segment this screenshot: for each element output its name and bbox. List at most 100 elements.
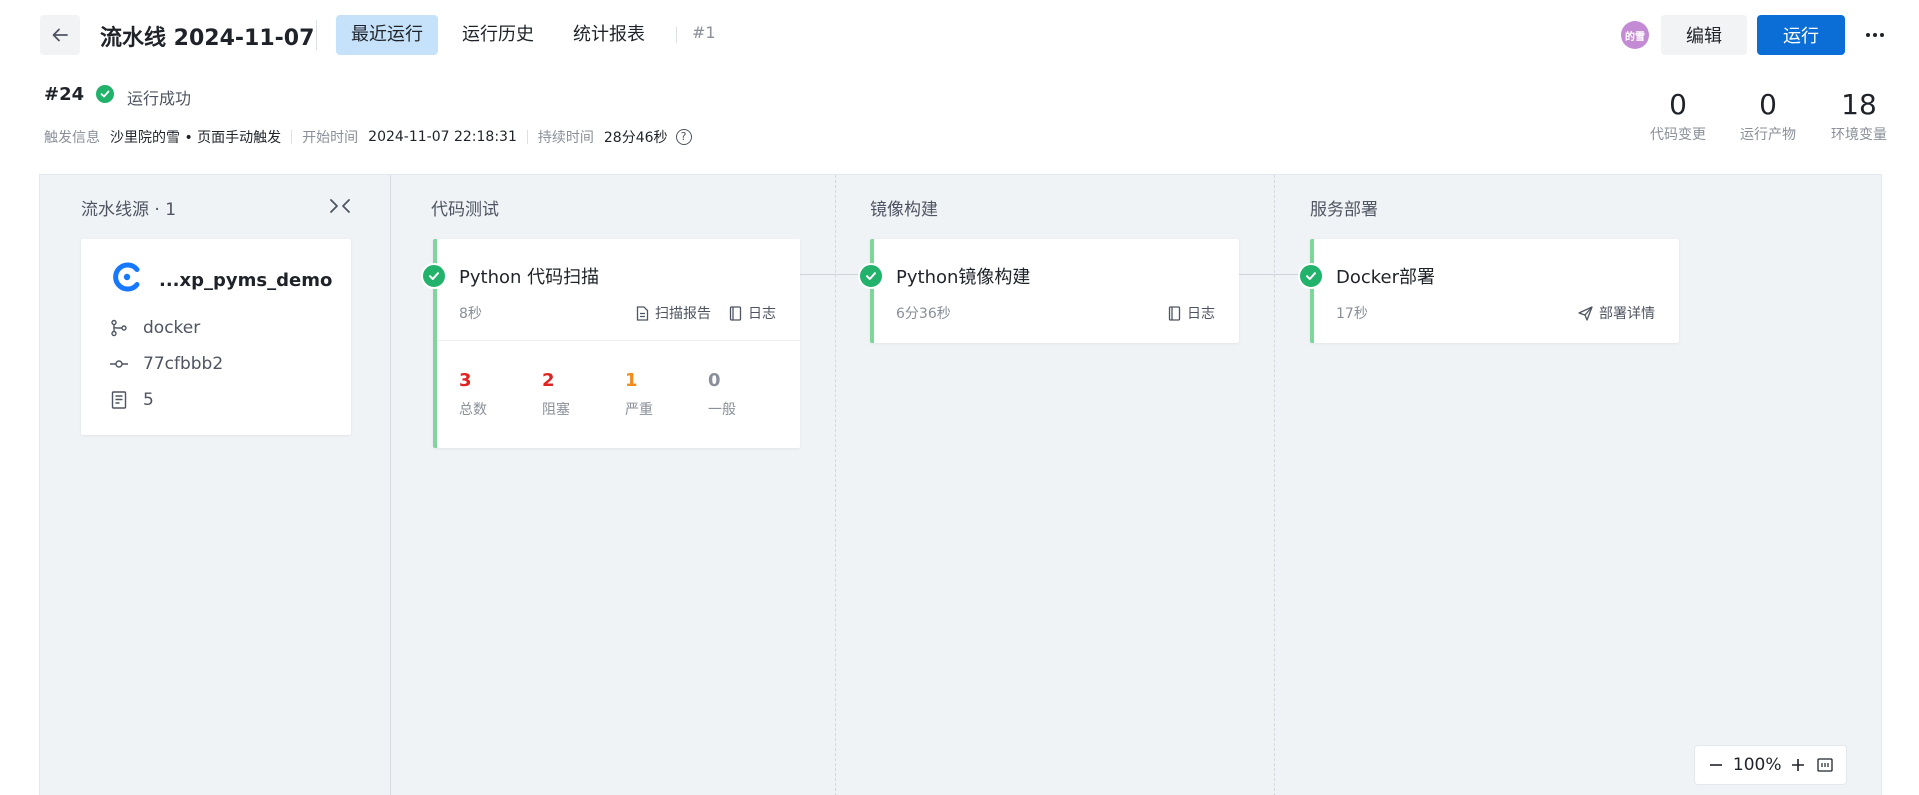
fit-view-icon[interactable] [1815, 755, 1835, 775]
divider [316, 20, 317, 50]
scan-value: 2 [542, 370, 555, 391]
job-name: Docker部署 [1336, 267, 1436, 288]
source-title: 流水线源 · 1 [81, 200, 177, 220]
duration-value: 28分46秒 [603, 130, 668, 146]
scan-label: 严重 [625, 402, 653, 418]
job-duration: 6分36秒 [896, 306, 951, 322]
deploy-details-link[interactable]: 部署详情 [1578, 303, 1655, 323]
success-check-icon [421, 263, 447, 289]
stage-divider [1274, 175, 1275, 795]
pipeline-version: #1 [692, 23, 716, 42]
zoom-out-icon[interactable] [1706, 755, 1726, 775]
stage-title-image-build: 镜像构建 [870, 200, 938, 220]
job-card-docker-deploy[interactable]: Docker部署 17秒 部署详情 [1298, 239, 1679, 343]
scan-report-label: 扫描报告 [655, 306, 711, 322]
job-name: Python 代码扫描 [459, 267, 600, 288]
send-icon [1578, 305, 1593, 321]
stat-value: 18 [1841, 88, 1877, 121]
commit-count-row: 5 [109, 390, 154, 410]
divider [526, 130, 528, 144]
divider [676, 27, 677, 43]
more-menu-icon[interactable] [1863, 23, 1887, 47]
zoom-control: 100% [1694, 745, 1847, 785]
run-button[interactable]: 运行 [1757, 15, 1845, 55]
stat-value: 0 [1759, 88, 1777, 121]
stat-value: 0 [1669, 88, 1687, 121]
run-meta: 触发信息 沙里院的雪 • 页面手动触发 开始时间 2024-11-07 22:1… [44, 127, 692, 147]
pipeline-canvas: 流水线源 · 1 ...xp_pyms_demo docker 77cfbbb2 [39, 174, 1882, 795]
scan-value: 1 [625, 370, 638, 391]
deploy-details-label: 部署详情 [1599, 306, 1655, 322]
tab-recent-runs[interactable]: 最近运行 [336, 15, 438, 55]
log-link[interactable]: 日志 [729, 303, 776, 323]
scan-value: 0 [708, 370, 721, 391]
job-duration: 17秒 [1336, 306, 1368, 322]
log-label: 日志 [1187, 306, 1215, 322]
success-check-icon [96, 85, 114, 103]
repo-logo-icon [113, 262, 140, 292]
branch-icon [109, 318, 129, 338]
document-icon [109, 390, 129, 410]
stat-code-changes[interactable]: 0 代码变更 [1633, 88, 1723, 144]
divider [291, 130, 293, 144]
stat-label: 代码变更 [1650, 127, 1706, 143]
scan-label: 一般 [708, 402, 736, 418]
back-button[interactable] [40, 15, 80, 55]
start-time-label: 开始时间 [302, 130, 359, 146]
commit-count: 5 [143, 390, 154, 410]
scan-label: 总数 [459, 402, 487, 418]
job-card-python-scan[interactable]: Python 代码扫描 8秒 扫描报告 日志 3 总数 2 阻塞 1 严重 0 [421, 239, 800, 448]
commit-icon [109, 354, 129, 374]
tab-run-history[interactable]: 运行历史 [447, 15, 549, 55]
start-time-value: 2024-11-07 22:18:31 [368, 129, 517, 145]
stage-title-code-test: 代码测试 [431, 200, 499, 220]
header: 流水线 2024-11-07 最近运行 运行历史 统计报表 #1 的雪 编辑 运… [0, 0, 1919, 72]
repo-name: ...xp_pyms_demo [159, 270, 333, 291]
commit-row: 77cfbbb2 [109, 354, 223, 374]
job-name: Python镜像构建 [896, 267, 1031, 288]
collapse-icon[interactable] [328, 196, 352, 216]
trigger-value: 沙里院的雪 • 页面手动触发 [110, 130, 282, 146]
job-card-image-build[interactable]: Python镜像构建 6分36秒 日志 [858, 239, 1239, 343]
arrow-left-icon [52, 28, 68, 42]
job-duration: 8秒 [459, 306, 482, 322]
job-links: 日志 [1168, 303, 1215, 323]
branch-name: docker [143, 318, 201, 338]
divider [437, 340, 800, 341]
zoom-in-icon[interactable] [1788, 755, 1808, 775]
help-icon[interactable]: ? [675, 129, 692, 145]
source-column: 流水线源 · 1 ...xp_pyms_demo docker 77cfbbb2 [40, 175, 391, 795]
job-links: 扫描报告 日志 [636, 303, 776, 323]
run-status: 运行成功 [127, 89, 192, 108]
run-number: #24 [44, 84, 85, 105]
branch-row: docker [109, 318, 200, 338]
success-check-icon [858, 263, 884, 289]
stat-env-vars[interactable]: 18 环境变量 [1814, 88, 1904, 144]
stage-title-deploy: 服务部署 [1310, 200, 1378, 220]
scan-label: 阻塞 [542, 402, 570, 418]
scan-total: 3 总数 [459, 370, 509, 419]
source-card[interactable]: ...xp_pyms_demo docker 77cfbbb2 5 [81, 239, 351, 435]
scan-blocker: 2 阻塞 [542, 370, 592, 419]
success-check-icon [1298, 263, 1324, 289]
scan-report-link[interactable]: 扫描报告 [636, 303, 711, 323]
log-label: 日志 [748, 306, 776, 322]
scan-critical: 1 严重 [625, 370, 675, 419]
scan-normal: 0 一般 [708, 370, 758, 419]
file-icon [636, 305, 649, 321]
stat-label: 运行产物 [1740, 127, 1796, 143]
avatar[interactable]: 的雪 [1621, 21, 1649, 49]
stat-label: 环境变量 [1831, 127, 1887, 143]
stat-artifacts[interactable]: 0 运行产物 [1723, 88, 1813, 144]
book-icon [1168, 305, 1181, 321]
duration-label: 持续时间 [537, 130, 594, 146]
edit-button[interactable]: 编辑 [1661, 15, 1747, 55]
commit-hash[interactable]: 77cfbbb2 [143, 354, 223, 374]
zoom-level: 100% [1732, 755, 1782, 775]
scan-value: 3 [459, 370, 472, 391]
log-link[interactable]: 日志 [1168, 303, 1215, 323]
job-links: 部署详情 [1578, 303, 1655, 323]
tab-stats-report[interactable]: 统计报表 [558, 15, 660, 55]
book-icon [729, 305, 742, 321]
trigger-label: 触发信息 [44, 130, 100, 146]
